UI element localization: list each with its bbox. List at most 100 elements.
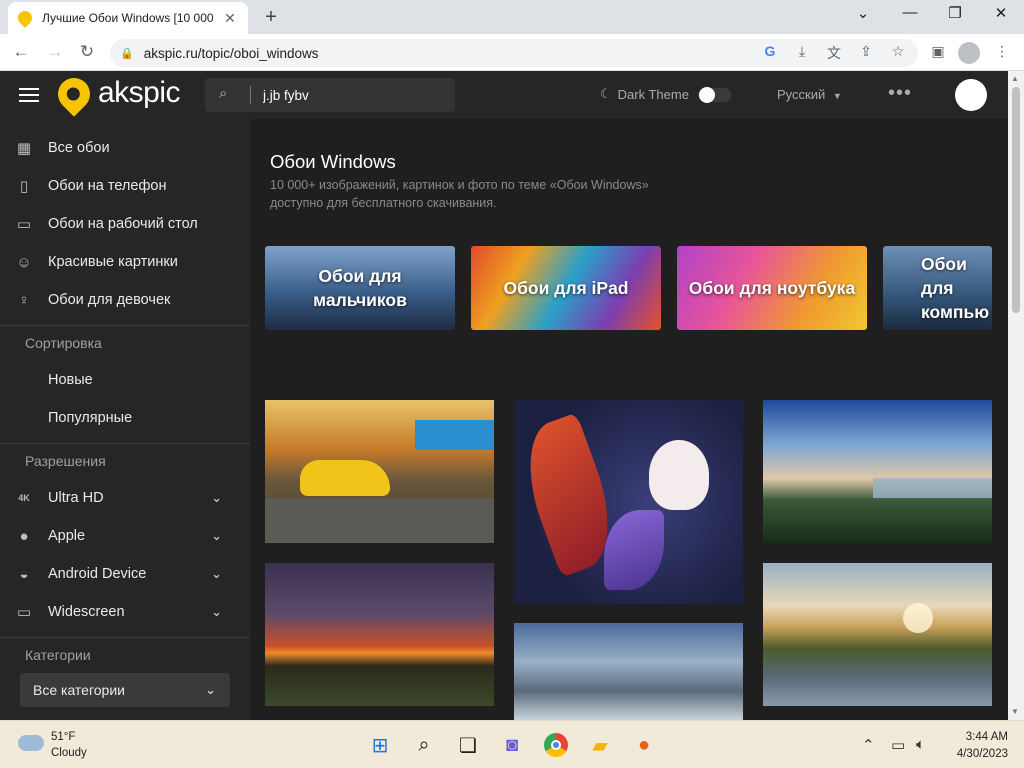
- girl-icon: ♀: [18, 291, 30, 309]
- lake-shape: [873, 478, 992, 498]
- file-explorer-icon[interactable]: ▰: [587, 732, 613, 758]
- sidebar-item-label: Обои для девочек: [48, 292, 171, 308]
- categories-select[interactable]: Все категории ⌄: [20, 673, 230, 707]
- sidebar-item-label: Apple: [48, 528, 86, 544]
- category-card-label: Обои для компью: [921, 254, 990, 322]
- temperature: 51°F: [51, 731, 76, 743]
- categories-section-title: Категории: [25, 647, 91, 663]
- moon-icon: ☾: [600, 86, 612, 101]
- site-search-box[interactable]: ⌕: [205, 78, 455, 112]
- language-selector[interactable]: Русский ▼: [777, 87, 842, 102]
- chat-icon[interactable]: ◙: [499, 732, 525, 758]
- system-clock[interactable]: 3:44 AM 4/30/2023: [948, 729, 1008, 763]
- sidebar-item-widescreen[interactable]: ▭ Widescreen ⌄: [0, 593, 250, 631]
- site-logo[interactable]: akspic: [98, 76, 181, 110]
- category-card-label: Обои для iPad: [503, 278, 629, 298]
- sidebar: ▦ Все обои ▯ Обои на телефон ▭ Обои на р…: [0, 119, 250, 720]
- chevron-down-icon[interactable]: ⌄: [211, 566, 222, 582]
- search-input[interactable]: [263, 85, 443, 105]
- category-card-computer[interactable]: Обои для компью: [883, 246, 992, 330]
- volume-icon[interactable]: 🔈︎: [916, 736, 925, 753]
- scroll-down-icon[interactable]: ▼: [1011, 707, 1019, 716]
- sort-popular-link[interactable]: Популярные: [48, 410, 132, 426]
- building-shape: [415, 420, 494, 450]
- bookmark-star-icon[interactable]: ☆: [888, 43, 908, 60]
- sidebar-item-android[interactable]: ◒ Android Device ⌄: [0, 555, 250, 593]
- chevron-down-icon[interactable]: ⌄: [211, 528, 222, 544]
- search-divider: [250, 86, 251, 104]
- cloud-icon[interactable]: [18, 735, 44, 751]
- dark-theme-toggle[interactable]: [698, 87, 731, 103]
- google-lens-icon[interactable]: G: [760, 43, 780, 59]
- sidebar-item-label: Android Device: [48, 566, 147, 582]
- search-icon[interactable]: ⌕: [219, 85, 227, 102]
- wallpaper-thumbnail[interactable]: [763, 400, 992, 543]
- wallpaper-thumbnail[interactable]: [763, 563, 992, 706]
- new-tab-button[interactable]: +: [260, 6, 282, 29]
- sidebar-item-girls[interactable]: ♀ Обои для девочек: [0, 281, 250, 319]
- search-icon[interactable]: ⌕: [411, 732, 437, 758]
- install-app-icon[interactable]: ⤓: [792, 43, 812, 60]
- page-scrollbar[interactable]: ▲ ▼: [1008, 71, 1024, 720]
- sidebar-item-phone[interactable]: ▯ Обои на телефон: [0, 167, 250, 205]
- back-button[interactable]: ←: [10, 42, 32, 62]
- windows-start-icon[interactable]: ⊞: [367, 732, 393, 758]
- chrome-icon[interactable]: [543, 732, 569, 758]
- restore-button[interactable]: ❐: [940, 4, 970, 22]
- browser-tab[interactable]: Лучшие Обои Windows [10 000 ✕: [8, 2, 248, 34]
- road-shape: [265, 498, 494, 543]
- user-avatar[interactable]: [955, 79, 987, 111]
- close-window-button[interactable]: ✕: [986, 4, 1016, 22]
- clock-date: 4/30/2023: [956, 748, 1008, 760]
- sort-new-link[interactable]: Новые: [48, 372, 93, 388]
- category-card-boys[interactable]: Обои для мальчиков: [265, 246, 455, 330]
- side-panel-icon[interactable]: ▣: [928, 43, 948, 60]
- page-title: Обои Windows: [270, 151, 396, 172]
- sidebar-item-ultrahd[interactable]: 4K Ultra HD ⌄: [0, 479, 250, 517]
- site-favicon-icon: [15, 8, 35, 28]
- sidebar-item-label: Widescreen: [48, 604, 125, 620]
- chevron-down-icon: ⌄: [205, 682, 216, 697]
- sidebar-item-label: Обои на рабочий стол: [48, 216, 198, 232]
- lock-icon[interactable]: 🔒: [120, 47, 134, 60]
- wallpaper-thumbnail[interactable]: [514, 400, 743, 604]
- category-card-ipad[interactable]: Обои для iPad: [471, 246, 661, 330]
- category-card-laptop[interactable]: Обои для ноутбука: [677, 246, 867, 330]
- share-icon[interactable]: ⇪: [856, 43, 876, 60]
- tab-search-icon[interactable]: ⌄: [848, 4, 878, 22]
- sidebar-divider: [0, 443, 250, 444]
- weather-widget[interactable]: 51°F Cloudy: [51, 729, 87, 761]
- clock-time: 3:44 AM: [965, 731, 1008, 743]
- dark-theme-label: ☾ Dark Theme: [600, 86, 689, 102]
- tab-title: Лучшие Обои Windows [10 000: [42, 11, 214, 25]
- wallpaper-thumbnail[interactable]: [514, 623, 743, 720]
- sidebar-item-beautiful[interactable]: ☺ Красивые картинки: [0, 243, 250, 281]
- more-options-icon[interactable]: •••: [888, 82, 912, 105]
- chevron-down-icon[interactable]: ⌄: [211, 490, 222, 506]
- scrollbar-thumb[interactable]: [1012, 87, 1020, 313]
- hamburger-menu-icon[interactable]: [19, 88, 39, 102]
- scroll-up-icon[interactable]: ▲: [1011, 74, 1019, 83]
- chevron-up-icon[interactable]: ⌃: [862, 736, 875, 754]
- lily-shape: [649, 440, 709, 510]
- sidebar-item-label: Ultra HD: [48, 490, 104, 506]
- wallpaper-thumbnail[interactable]: [265, 400, 494, 543]
- network-icon[interactable]: ▭: [891, 736, 905, 754]
- tab-close-icon[interactable]: ✕: [222, 10, 238, 27]
- chevron-down-icon[interactable]: ⌄: [211, 604, 222, 620]
- sidebar-item-apple[interactable]: ● Apple ⌄: [0, 517, 250, 555]
- page-description: 10 000+ изображений, картинок и фото по …: [270, 178, 649, 210]
- category-card-label: Обои для ноутбука: [688, 278, 856, 298]
- car-shape: [300, 460, 390, 496]
- reload-button[interactable]: ↻: [76, 42, 98, 62]
- minimize-button[interactable]: —: [895, 4, 925, 21]
- task-view-icon[interactable]: ❏: [455, 732, 481, 758]
- profile-icon[interactable]: [958, 42, 980, 64]
- forward-button[interactable]: →: [44, 42, 66, 62]
- sidebar-item-desktop[interactable]: ▭ Обои на рабочий стол: [0, 205, 250, 243]
- firefox-icon[interactable]: ●: [631, 732, 657, 758]
- wallpaper-thumbnail[interactable]: [265, 563, 494, 706]
- browser-menu-icon[interactable]: ⋮: [992, 43, 1012, 60]
- sidebar-item-all[interactable]: ▦ Все обои: [0, 129, 250, 167]
- translate-icon[interactable]: 文: [824, 43, 844, 63]
